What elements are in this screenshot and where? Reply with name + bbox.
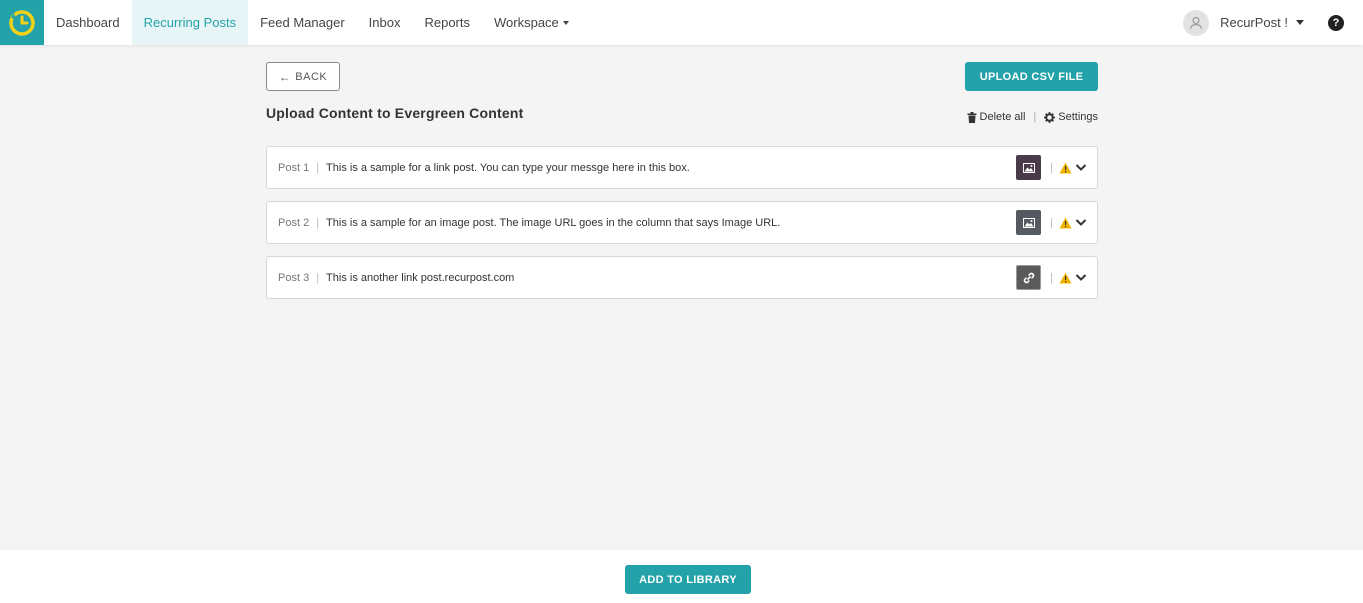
delete-all-label: Delete all <box>979 111 1026 123</box>
nav-dashboard-label: Dashboard <box>56 15 120 30</box>
post-row-controls: | <box>1016 210 1087 235</box>
nav-workspace-dropdown[interactable]: Workspace <box>482 0 581 45</box>
settings-label: Settings <box>1058 111 1098 123</box>
nav-reports[interactable]: Reports <box>412 0 482 45</box>
divider: | <box>316 216 320 229</box>
upload-csv-button[interactable]: UPLOAD CSV FILE <box>965 62 1098 91</box>
warning-icon[interactable] <box>1059 217 1072 229</box>
chevron-down-icon[interactable] <box>1075 273 1087 282</box>
post-row-controls: | <box>1016 155 1087 180</box>
gear-icon <box>1044 111 1056 123</box>
divider: | <box>1050 161 1053 174</box>
top-navbar: Dashboard Recurring Posts Feed Manager I… <box>0 0 1363 45</box>
nav-reports-label: Reports <box>424 15 470 30</box>
chevron-down-icon[interactable] <box>1075 218 1087 227</box>
link-icon <box>1023 272 1034 283</box>
page-title: Upload Content to Evergreen Content <box>266 105 524 121</box>
post-thumbnail[interactable] <box>1016 210 1042 235</box>
nav-inbox[interactable]: Inbox <box>357 0 413 45</box>
post-list: Post 1 | This is a sample for a link pos… <box>266 146 1098 311</box>
nav-recurring-posts[interactable]: Recurring Posts <box>131 0 249 45</box>
post-text: This is another link post.recurpost.com <box>326 271 515 284</box>
nav-inbox-label: Inbox <box>368 15 401 30</box>
caret-down-icon <box>562 20 569 25</box>
list-item[interactable]: Post 1 | This is a sample for a link pos… <box>266 146 1098 189</box>
settings-button[interactable]: Settings <box>1044 111 1098 123</box>
nav-feed-manager[interactable]: Feed Manager <box>248 0 357 45</box>
divider: | <box>1050 271 1053 284</box>
list-item[interactable]: Post 2 | This is a sample for an image p… <box>266 201 1098 244</box>
chevron-down-icon[interactable] <box>1075 163 1087 172</box>
delete-all-button[interactable]: Delete all <box>967 111 1026 123</box>
post-number: Post 3 <box>278 271 310 284</box>
user-menu-caret-icon[interactable] <box>1296 20 1304 25</box>
user-menu: RecurPost ! ? <box>1183 0 1363 45</box>
post-thumbnail[interactable] <box>1016 265 1042 290</box>
post-text: This is a sample for a link post. You ca… <box>326 161 690 174</box>
avatar[interactable] <box>1183 9 1210 36</box>
app-logo[interactable] <box>0 0 44 45</box>
image-icon <box>1022 217 1035 228</box>
post-number: Post 2 <box>278 216 310 229</box>
main-nav: Dashboard Recurring Posts Feed Manager I… <box>44 0 581 45</box>
user-icon <box>1189 16 1203 29</box>
upload-csv-label: UPLOAD CSV FILE <box>979 70 1084 83</box>
warning-icon[interactable] <box>1059 272 1072 284</box>
back-button[interactable]: ← BACK <box>266 62 340 91</box>
arrow-left-icon: ← <box>278 69 292 84</box>
divider: | <box>1033 111 1037 123</box>
list-actions: Delete all | Settings <box>967 111 1098 123</box>
back-button-label: BACK <box>295 70 328 83</box>
nav-recurring-posts-label: Recurring Posts <box>143 15 237 30</box>
post-number: Post 1 <box>278 161 310 174</box>
add-to-library-button[interactable]: ADD TO LIBRARY <box>625 565 751 594</box>
footer-bar: ADD TO LIBRARY <box>0 550 1363 603</box>
clock-logo-icon <box>9 9 35 36</box>
nav-workspace-label: Workspace <box>494 15 559 30</box>
nav-dashboard[interactable]: Dashboard <box>44 0 132 45</box>
trash-icon <box>967 111 977 123</box>
add-to-library-label: ADD TO LIBRARY <box>639 573 737 586</box>
nav-feed-manager-label: Feed Manager <box>260 15 345 30</box>
list-item[interactable]: Post 3 | This is another link post.recur… <box>266 256 1098 299</box>
image-icon <box>1022 162 1035 173</box>
post-text: This is a sample for an image post. The … <box>326 216 781 229</box>
post-row-controls: | <box>1016 265 1087 290</box>
divider: | <box>1050 216 1053 229</box>
divider: | <box>316 161 320 174</box>
user-name[interactable]: RecurPost ! <box>1220 15 1288 30</box>
warning-icon[interactable] <box>1059 162 1072 174</box>
post-thumbnail[interactable] <box>1016 155 1042 180</box>
help-icon[interactable]: ? <box>1328 14 1344 31</box>
divider: | <box>316 271 320 284</box>
